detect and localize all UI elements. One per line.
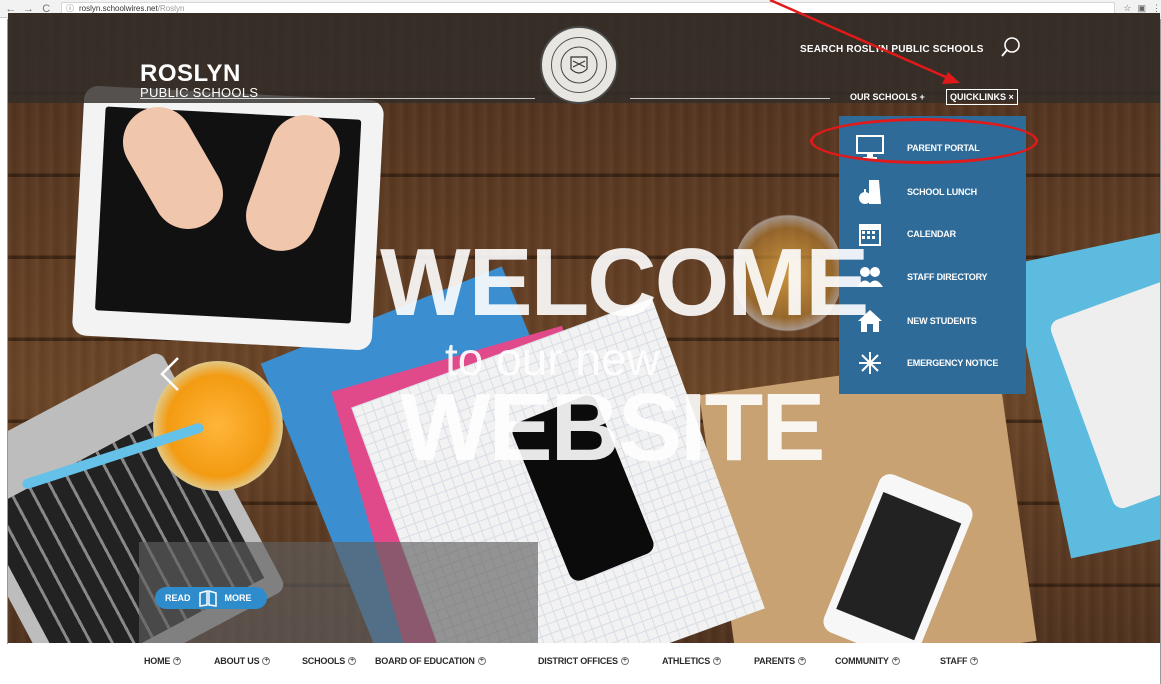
- nav-item-staff[interactable]: STAFF +: [940, 656, 979, 666]
- hero-headline: WELCOME: [380, 229, 869, 336]
- nav-item-schools[interactable]: SCHOOLS +: [302, 656, 357, 666]
- more-label: MORE: [224, 593, 252, 603]
- our-schools-link[interactable]: OUR SCHOOLS +: [850, 92, 925, 102]
- nav-item-community[interactable]: COMMUNITY +: [835, 656, 900, 666]
- expand-plus-icon[interactable]: +: [262, 657, 271, 665]
- expand-plus-icon[interactable]: +: [891, 657, 900, 665]
- read-more-button[interactable]: READ MORE: [155, 587, 267, 609]
- expand-plus-icon[interactable]: +: [173, 657, 182, 665]
- expand-plus-icon[interactable]: +: [970, 657, 979, 665]
- chevron-left-icon[interactable]: [158, 356, 182, 392]
- expand-plus-icon[interactable]: +: [620, 657, 629, 665]
- quicklink-label: EMERGENCY NOTICE: [907, 358, 999, 368]
- quicklink-label: NEW STUDENTS: [907, 316, 977, 326]
- district-seal-logo[interactable]: [540, 26, 618, 104]
- expand-plus-icon[interactable]: +: [713, 657, 722, 665]
- hero-headline-2: WEBSITE: [400, 374, 825, 481]
- expand-plus-icon[interactable]: +: [797, 657, 806, 665]
- nav-item-parents[interactable]: PARENTS +: [754, 656, 806, 666]
- nav-label: COMMUNITY: [835, 656, 889, 666]
- search-icon[interactable]: [1000, 36, 1022, 58]
- annotation-circle: [810, 118, 1038, 164]
- nav-item-board-of-education[interactable]: BOARD OF EDUCATION +: [375, 656, 486, 666]
- snowflake-icon: [855, 348, 885, 378]
- nav-label: BOARD OF EDUCATION: [375, 656, 475, 666]
- nav-item-about-us[interactable]: ABOUT US +: [214, 656, 271, 666]
- tablet-decoration: [71, 85, 385, 351]
- brand-name: ROSLYN: [140, 60, 241, 87]
- search-label[interactable]: SEARCH ROSLYN PUBLIC SCHOOLS: [800, 44, 984, 55]
- read-label: READ: [165, 593, 191, 603]
- quicklink-school-lunch[interactable]: SCHOOL LUNCH: [839, 172, 1026, 212]
- nav-label: ATHLETICS: [662, 656, 711, 666]
- expand-plus-icon[interactable]: +: [348, 657, 357, 665]
- nav-label: PARENTS: [754, 656, 795, 666]
- quicklink-emergency-notice[interactable]: EMERGENCY NOTICE: [839, 343, 1026, 383]
- header-rule: [140, 98, 535, 99]
- nav-label: STAFF: [940, 656, 968, 666]
- nav-label: DISTRICT OFFICES: [538, 656, 618, 666]
- quicklinks-toggle[interactable]: QUICKLINKS ×: [946, 89, 1018, 105]
- nav-item-athletics[interactable]: ATHLETICS +: [662, 656, 722, 666]
- quicklink-label: CALENDAR: [907, 229, 956, 239]
- header-rule: [630, 98, 830, 99]
- quicklink-label: STAFF DIRECTORY: [907, 272, 988, 282]
- nav-item-district-offices[interactable]: DISTRICT OFFICES +: [538, 656, 629, 666]
- url-path: /Roslyn: [157, 4, 185, 13]
- lunch-icon: [855, 177, 885, 207]
- quicklink-label: SCHOOL LUNCH: [907, 187, 977, 197]
- url-host: roslyn.schoolwires.net: [79, 4, 158, 13]
- book-icon: [197, 587, 219, 609]
- seal-emblem: [551, 37, 607, 93]
- nav-item-home[interactable]: HOME +: [144, 656, 182, 666]
- site-logo[interactable]: ROSLYN PUBLIC SCHOOLS: [140, 62, 258, 100]
- nav-label: ABOUT US: [214, 656, 260, 666]
- expand-plus-icon[interactable]: +: [477, 657, 486, 665]
- nav-label: HOME: [144, 656, 171, 666]
- nav-label: SCHOOLS: [302, 656, 346, 666]
